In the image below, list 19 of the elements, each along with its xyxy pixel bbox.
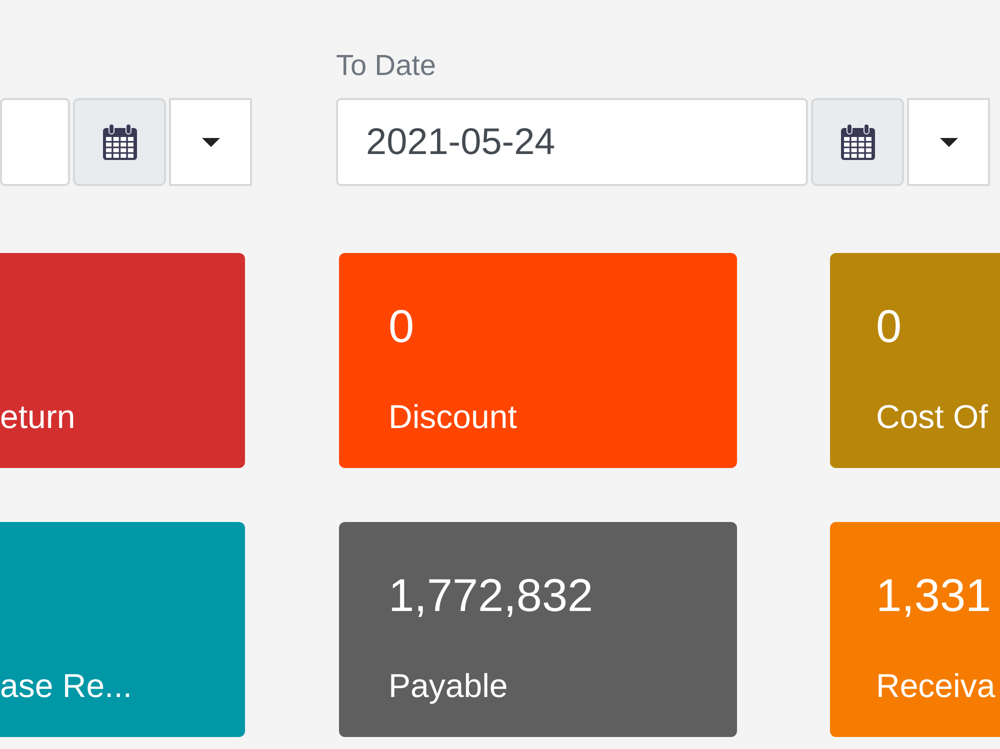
calendar-icon [102, 124, 136, 160]
stat-label: Payable [388, 666, 508, 706]
calendar-icon [840, 124, 874, 160]
stat-label: eturn [0, 397, 76, 437]
date-field[interactable]: 2021-05-24 [336, 98, 808, 186]
stat-value: 1,772,832 [388, 568, 594, 623]
stat-label: Discount [388, 397, 517, 437]
calendar-button[interactable] [811, 98, 904, 186]
stat-value: 1,331 [876, 568, 992, 623]
stat-label: Receiva [876, 666, 996, 706]
stat-value: 0 [388, 299, 414, 354]
stat-label: ase Re... [0, 666, 132, 706]
calendar-button[interactable] [73, 98, 166, 186]
caret-icon [202, 138, 220, 146]
caret-icon [940, 138, 958, 146]
field-label: To Date [336, 49, 436, 83]
stat-label: Cost Of [876, 397, 988, 437]
stat-value: 0 [876, 299, 902, 354]
date-field[interactable] [0, 98, 70, 186]
